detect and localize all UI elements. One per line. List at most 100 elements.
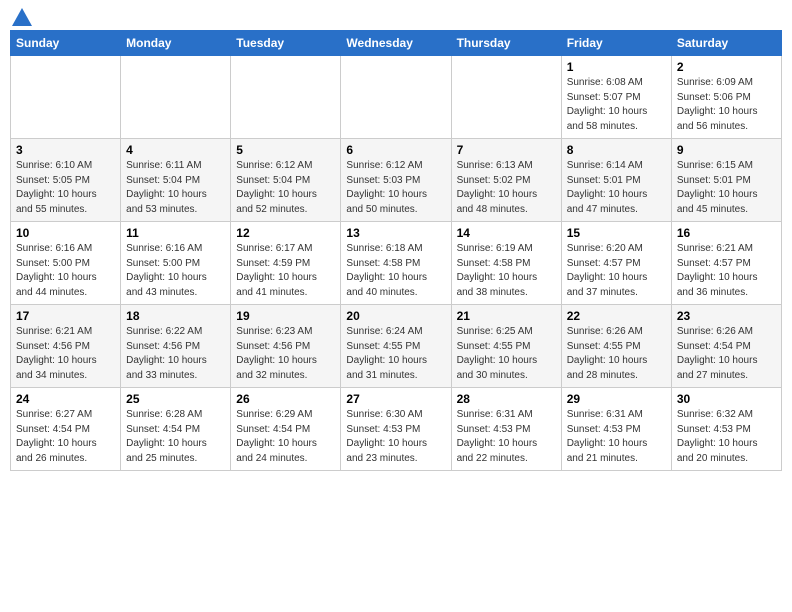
calendar-cell: 3 Sunrise: 6:10 AM Sunset: 5:05 PM Daylig… [11,139,121,222]
day-info: Sunrise: 6:21 AM Sunset: 4:56 PM Dayligh… [16,325,115,383]
day-info: Sunrise: 6:27 AM Sunset: 4:54 PM Dayligh… [16,408,115,466]
day-number: 13 [346,226,445,240]
day-info: Sunrise: 6:09 AM Sunset: 5:06 PM Dayligh… [677,76,776,134]
calendar-cell: 28 Sunrise: 6:31 AM Sunset: 4:53 PM Dayli… [451,388,561,471]
calendar-cell [11,56,121,139]
day-number: 30 [677,392,776,406]
weekday-header-sunday: Sunday [11,31,121,56]
day-info: Sunrise: 6:12 AM Sunset: 5:04 PM Dayligh… [236,159,335,217]
day-number: 26 [236,392,335,406]
day-info: Sunrise: 6:25 AM Sunset: 4:55 PM Dayligh… [457,325,556,383]
calendar-cell: 19 Sunrise: 6:23 AM Sunset: 4:56 PM Dayli… [231,305,341,388]
day-info: Sunrise: 6:17 AM Sunset: 4:59 PM Dayligh… [236,242,335,300]
calendar-week-4: 17 Sunrise: 6:21 AM Sunset: 4:56 PM Dayli… [11,305,782,388]
calendar-cell: 16Sunrise: 6:21 AM Sunset: 4:57 PM Dayli… [671,222,781,305]
day-number: 16 [677,226,776,240]
calendar-cell: 20 Sunrise: 6:24 AM Sunset: 4:55 PM Dayli… [341,305,451,388]
weekday-header-wednesday: Wednesday [341,31,451,56]
day-info: Sunrise: 6:19 AM Sunset: 4:58 PM Dayligh… [457,242,556,300]
calendar-cell: 17 Sunrise: 6:21 AM Sunset: 4:56 PM Dayli… [11,305,121,388]
day-number: 25 [126,392,225,406]
day-number: 3 [16,143,115,157]
day-number: 14 [457,226,556,240]
day-info: Sunrise: 6:13 AM Sunset: 5:02 PM Dayligh… [457,159,556,217]
logo-name [10,10,32,24]
weekday-header-tuesday: Tuesday [231,31,341,56]
day-info: Sunrise: 6:23 AM Sunset: 4:56 PM Dayligh… [236,325,335,383]
day-number: 4 [126,143,225,157]
day-info: Sunrise: 6:32 AM Sunset: 4:53 PM Dayligh… [677,408,776,466]
day-info: Sunrise: 6:31 AM Sunset: 4:53 PM Dayligh… [457,408,556,466]
calendar-cell: 29 Sunrise: 6:31 AM Sunset: 4:53 PM Dayli… [561,388,671,471]
calendar-cell: 24 Sunrise: 6:27 AM Sunset: 4:54 PM Dayli… [11,388,121,471]
calendar-header-row: SundayMondayTuesdayWednesdayThursdayFrid… [11,31,782,56]
day-number: 15 [567,226,666,240]
calendar-cell: 8 Sunrise: 6:14 AM Sunset: 5:01 PM Daylig… [561,139,671,222]
calendar-cell: 30 Sunrise: 6:32 AM Sunset: 4:53 PM Dayli… [671,388,781,471]
page-header [10,10,782,24]
day-number: 21 [457,309,556,323]
day-info: Sunrise: 6:11 AM Sunset: 5:04 PM Dayligh… [126,159,225,217]
calendar-week-2: 3 Sunrise: 6:10 AM Sunset: 5:05 PM Daylig… [11,139,782,222]
day-info: Sunrise: 6:16 AM Sunset: 5:00 PM Dayligh… [16,242,115,300]
day-number: 29 [567,392,666,406]
day-number: 22 [567,309,666,323]
calendar-cell: 4 Sunrise: 6:11 AM Sunset: 5:04 PM Daylig… [121,139,231,222]
day-info: Sunrise: 6:22 AM Sunset: 4:56 PM Dayligh… [126,325,225,383]
weekday-header-friday: Friday [561,31,671,56]
day-info: Sunrise: 6:24 AM Sunset: 4:55 PM Dayligh… [346,325,445,383]
calendar-cell [451,56,561,139]
calendar-cell [121,56,231,139]
calendar-cell: 5 Sunrise: 6:12 AM Sunset: 5:04 PM Daylig… [231,139,341,222]
day-number: 28 [457,392,556,406]
calendar-cell: 22 Sunrise: 6:26 AM Sunset: 4:55 PM Dayli… [561,305,671,388]
calendar-cell: 1 Sunrise: 6:08 AM Sunset: 5:07 PM Daylig… [561,56,671,139]
calendar-cell: 10Sunrise: 6:16 AM Sunset: 5:00 PM Dayli… [11,222,121,305]
calendar-cell: 18 Sunrise: 6:22 AM Sunset: 4:56 PM Dayli… [121,305,231,388]
day-info: Sunrise: 6:26 AM Sunset: 4:55 PM Dayligh… [567,325,666,383]
day-info: Sunrise: 6:31 AM Sunset: 4:53 PM Dayligh… [567,408,666,466]
day-info: Sunrise: 6:10 AM Sunset: 5:05 PM Dayligh… [16,159,115,217]
logo-triangle-icon [12,8,32,26]
day-number: 7 [457,143,556,157]
calendar-table: SundayMondayTuesdayWednesdayThursdayFrid… [10,30,782,471]
day-info: Sunrise: 6:28 AM Sunset: 4:54 PM Dayligh… [126,408,225,466]
logo [10,10,32,24]
day-number: 20 [346,309,445,323]
weekday-header-saturday: Saturday [671,31,781,56]
calendar-cell: 6 Sunrise: 6:12 AM Sunset: 5:03 PM Daylig… [341,139,451,222]
day-number: 6 [346,143,445,157]
day-info: Sunrise: 6:16 AM Sunset: 5:00 PM Dayligh… [126,242,225,300]
day-info: Sunrise: 6:20 AM Sunset: 4:57 PM Dayligh… [567,242,666,300]
day-number: 19 [236,309,335,323]
calendar-cell: 15 Sunrise: 6:20 AM Sunset: 4:57 PM Dayli… [561,222,671,305]
day-number: 18 [126,309,225,323]
day-number: 9 [677,143,776,157]
calendar-cell: 2 Sunrise: 6:09 AM Sunset: 5:06 PM Daylig… [671,56,781,139]
day-info: Sunrise: 6:15 AM Sunset: 5:01 PM Dayligh… [677,159,776,217]
day-info: Sunrise: 6:08 AM Sunset: 5:07 PM Dayligh… [567,76,666,134]
calendar-cell: 13Sunrise: 6:18 AM Sunset: 4:58 PM Dayli… [341,222,451,305]
calendar-cell: 26Sunrise: 6:29 AM Sunset: 4:54 PM Dayli… [231,388,341,471]
day-number: 12 [236,226,335,240]
calendar-cell: 7 Sunrise: 6:13 AM Sunset: 5:02 PM Daylig… [451,139,561,222]
day-number: 24 [16,392,115,406]
day-number: 2 [677,60,776,74]
weekday-header-monday: Monday [121,31,231,56]
day-number: 11 [126,226,225,240]
day-info: Sunrise: 6:14 AM Sunset: 5:01 PM Dayligh… [567,159,666,217]
weekday-header-thursday: Thursday [451,31,561,56]
calendar-week-3: 10Sunrise: 6:16 AM Sunset: 5:00 PM Dayli… [11,222,782,305]
calendar-cell: 12 Sunrise: 6:17 AM Sunset: 4:59 PM Dayli… [231,222,341,305]
calendar-cell [231,56,341,139]
day-number: 8 [567,143,666,157]
calendar-cell: 11 Sunrise: 6:16 AM Sunset: 5:00 PM Dayli… [121,222,231,305]
day-number: 17 [16,309,115,323]
day-info: Sunrise: 6:30 AM Sunset: 4:53 PM Dayligh… [346,408,445,466]
day-number: 1 [567,60,666,74]
day-info: Sunrise: 6:12 AM Sunset: 5:03 PM Dayligh… [346,159,445,217]
calendar-cell: 23Sunrise: 6:26 AM Sunset: 4:54 PM Dayli… [671,305,781,388]
calendar-cell: 14 Sunrise: 6:19 AM Sunset: 4:58 PM Dayli… [451,222,561,305]
calendar-cell: 25 Sunrise: 6:28 AM Sunset: 4:54 PM Dayli… [121,388,231,471]
day-number: 5 [236,143,335,157]
